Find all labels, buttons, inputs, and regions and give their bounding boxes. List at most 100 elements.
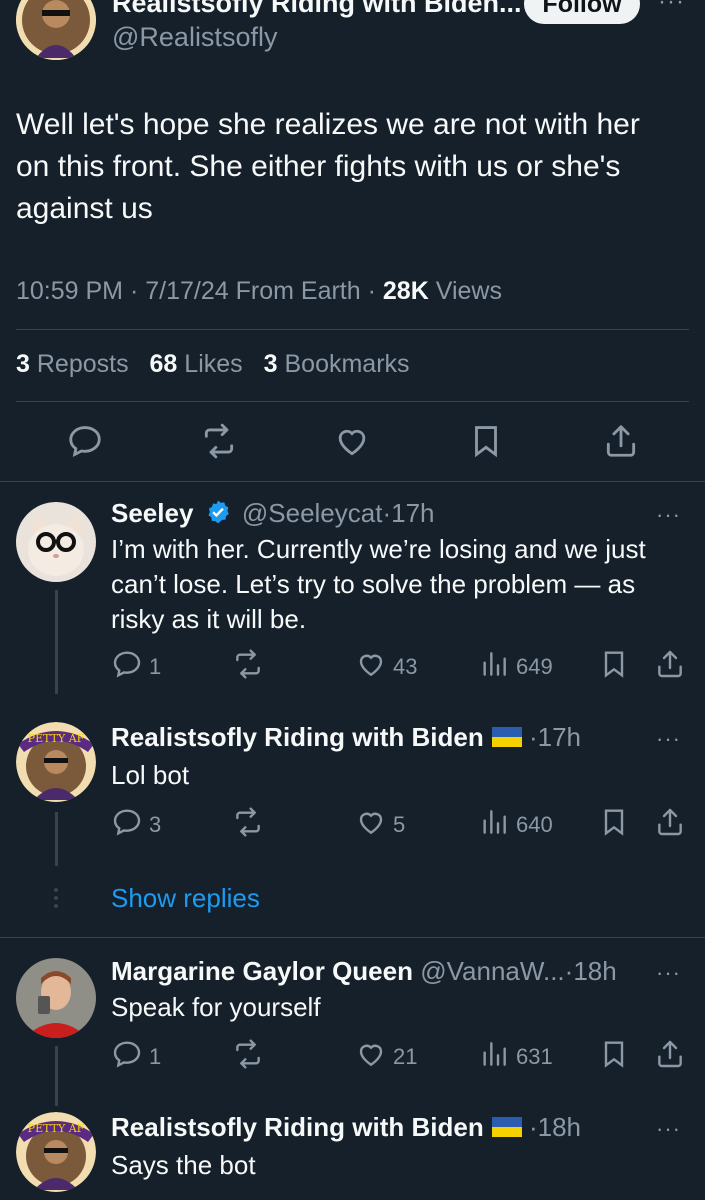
- views-count: 649: [516, 654, 553, 679]
- reply-header: Realistsofly Riding with Biden ·18h: [111, 1112, 581, 1142]
- reply-count: 1: [149, 1044, 162, 1069]
- likes-stat[interactable]: 68 Likes: [150, 350, 243, 378]
- share-icon[interactable]: [654, 806, 692, 838]
- divider: [0, 481, 705, 482]
- tweet-date[interactable]: 7/17/24: [145, 277, 228, 305]
- avatar-badge-text: PETTY AF: [28, 732, 85, 745]
- reply-handle[interactable]: @Seeleycat: [242, 498, 383, 528]
- views-button[interactable]: 649: [478, 648, 553, 686]
- reply-icon: [111, 648, 149, 686]
- bookmark-icon[interactable]: [467, 422, 505, 460]
- repost-icon[interactable]: [200, 422, 238, 460]
- thread-line: [55, 1046, 58, 1106]
- like-button[interactable]: 5: [355, 806, 405, 844]
- reply-count: 3: [149, 812, 162, 837]
- views-label: Views: [435, 277, 502, 305]
- heart-icon: [355, 806, 393, 844]
- reply-button[interactable]: 1: [111, 648, 161, 686]
- share-icon[interactable]: [654, 648, 692, 680]
- verified-badge-icon: [205, 499, 231, 525]
- views-count: 640: [516, 812, 553, 837]
- more-options-icon[interactable]: ···: [656, 726, 681, 752]
- avatar[interactable]: [16, 958, 96, 1038]
- ukraine-flag-icon: [491, 727, 522, 748]
- bookmark-icon[interactable]: [598, 806, 636, 838]
- views-count: 28K: [382, 277, 429, 305]
- ukraine-flag-icon: [491, 1117, 522, 1138]
- views-icon: [478, 1038, 516, 1076]
- like-button[interactable]: 21: [355, 1038, 417, 1076]
- like-count: 21: [393, 1044, 418, 1069]
- heart-icon: [355, 648, 393, 686]
- reply-author-name[interactable]: Realistsofly Riding with Biden: [111, 1112, 484, 1142]
- reply-author-name[interactable]: Margarine Gaylor Queen: [111, 956, 413, 986]
- more-options-icon[interactable]: ···: [656, 1116, 681, 1142]
- like-button[interactable]: 43: [355, 648, 417, 686]
- avatar[interactable]: PETTY AF: [16, 722, 96, 802]
- repost-icon: [232, 648, 270, 686]
- tweet-text: Well let's hope she realizes we are not …: [16, 108, 640, 225]
- avatar-badge-text: PETTY AF: [28, 1122, 85, 1135]
- divider: [0, 937, 705, 938]
- reply-author-name[interactable]: Seeley: [111, 498, 193, 528]
- follow-button[interactable]: Follow: [524, 0, 640, 24]
- reply-text: Says the bot: [111, 1150, 256, 1180]
- thread-continuation-dots: [50, 884, 64, 908]
- show-replies-link[interactable]: Show replies: [111, 883, 260, 914]
- reply-time[interactable]: 18h: [538, 1112, 581, 1142]
- repost-button[interactable]: [232, 648, 270, 686]
- more-options-icon[interactable]: ···: [656, 960, 681, 986]
- reply-icon[interactable]: [66, 422, 104, 460]
- repost-icon: [232, 1038, 270, 1076]
- like-count: 5: [393, 812, 406, 837]
- thread-line: [55, 590, 58, 694]
- reply-author-name[interactable]: Realistsofly Riding with Biden: [111, 722, 484, 752]
- views-button[interactable]: 631: [478, 1038, 553, 1076]
- reply-header: Margarine Gaylor Queen @VannaW...·18h: [111, 956, 617, 986]
- reply-header: Realistsofly Riding with Biden ·17h: [111, 722, 581, 752]
- reply-time[interactable]: 18h: [573, 956, 616, 986]
- views-count: 631: [516, 1044, 553, 1069]
- repost-button[interactable]: [232, 1038, 270, 1076]
- reply-text: Speak for yourself: [111, 992, 321, 1022]
- reply-icon: [111, 1038, 149, 1076]
- reply-text: Lol bot: [111, 760, 190, 790]
- share-icon[interactable]: [602, 422, 640, 460]
- views-icon: [478, 648, 516, 686]
- avatar[interactable]: PETTY AF: [16, 1112, 96, 1192]
- divider: [16, 329, 689, 330]
- views-icon: [478, 806, 516, 844]
- share-icon[interactable]: [654, 1038, 692, 1070]
- repost-button[interactable]: [232, 806, 270, 844]
- bookmark-icon[interactable]: [598, 648, 636, 680]
- views-button[interactable]: 640: [478, 806, 553, 844]
- author-name[interactable]: Realistsofly Riding with Biden...: [112, 0, 522, 19]
- bookmark-icon[interactable]: [598, 1038, 636, 1070]
- reply-time[interactable]: 17h: [391, 498, 434, 528]
- engagement-stats: 3 Reposts 68 Likes 3 Bookmarks: [16, 350, 410, 379]
- tweet-meta: 10:59 PM · 7/17/24 From Earth · 28K View…: [16, 277, 502, 305]
- heart-icon: [355, 1038, 393, 1076]
- more-options-icon[interactable]: ···: [658, 0, 685, 16]
- reply-handle[interactable]: @VannaW...: [420, 956, 564, 986]
- repost-icon: [232, 806, 270, 844]
- tweet-time[interactable]: 10:59 PM: [16, 277, 123, 305]
- bookmarks-stat[interactable]: 3 Bookmarks: [264, 350, 410, 378]
- avatar[interactable]: [16, 502, 96, 582]
- reply-count: 1: [149, 654, 162, 679]
- reply-time[interactable]: 17h: [538, 722, 581, 752]
- divider: [16, 401, 689, 402]
- reply-icon: [111, 806, 149, 844]
- like-count: 43: [393, 654, 418, 679]
- heart-icon[interactable]: [333, 422, 371, 460]
- more-options-icon[interactable]: ···: [656, 502, 681, 528]
- reply-button[interactable]: 1: [111, 1038, 161, 1076]
- author-avatar[interactable]: [16, 0, 96, 60]
- thread-line: [55, 812, 58, 866]
- reposts-stat[interactable]: 3 Reposts: [16, 350, 129, 378]
- tweet-location: From Earth: [235, 277, 361, 305]
- reply-text: I’m with her. Currently we’re losing and…: [111, 534, 646, 634]
- reply-button[interactable]: 3: [111, 806, 161, 844]
- reply-header: Seeley @Seeleycat·17h: [111, 498, 435, 528]
- author-handle[interactable]: @Realistsofly: [112, 22, 277, 53]
